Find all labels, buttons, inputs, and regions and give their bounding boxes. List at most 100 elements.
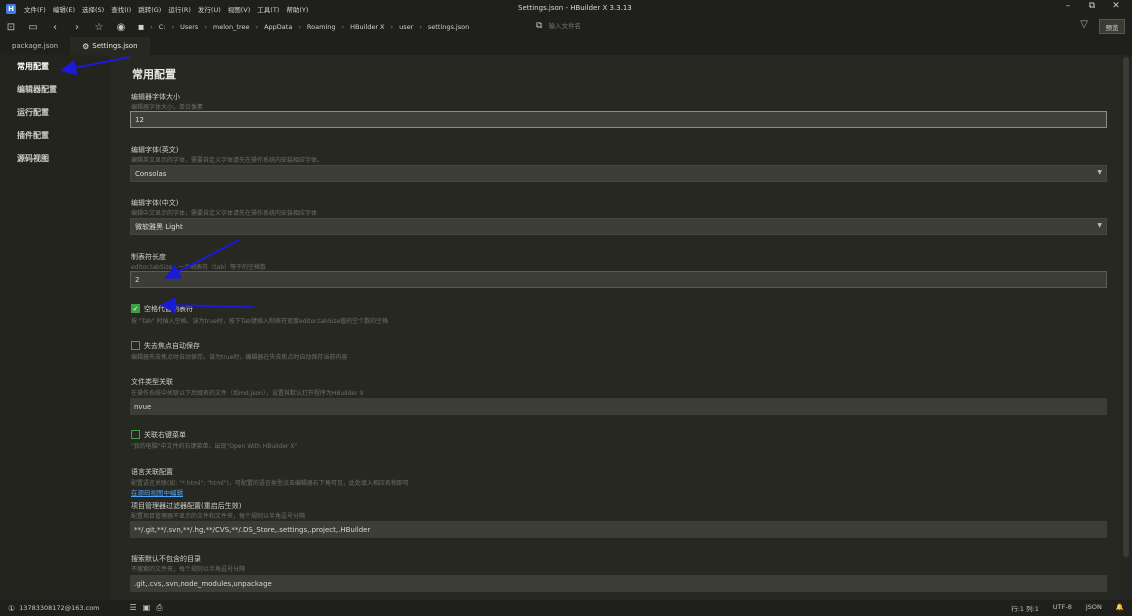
- preview-button[interactable]: 预览: [1099, 19, 1125, 34]
- file-search-icon: ⧉: [536, 21, 543, 31]
- font-en-value: Consolas: [135, 169, 167, 178]
- save-icon[interactable]: ▭: [22, 22, 44, 33]
- menu-run[interactable]: 运行(R): [168, 4, 191, 14]
- hbuilder-logo-icon: H: [6, 3, 16, 14]
- cursor-position[interactable]: 行:1 列:1: [1011, 603, 1039, 613]
- breadcrumb-item[interactable]: AppData: [264, 23, 292, 31]
- tab-size-label: 制表符长度: [131, 253, 166, 261]
- status-bar: ① 13783308172@163.com ☰ ▣ ⎙ 行:1 列:1 UTF-…: [0, 600, 1132, 616]
- font-en-label: 编辑字体(英文): [131, 146, 179, 154]
- breadcrumb-item[interactable]: Roaming: [307, 23, 336, 31]
- menu-edit[interactable]: 编辑(E): [53, 4, 75, 14]
- breadcrumb-separator: ›: [390, 23, 394, 31]
- tab-settings-json[interactable]: ⚙ Settings.json: [70, 37, 150, 55]
- file-assoc-desc: 在操作系统中关联以下后缀名的文件（如md,json），设置其默认打开程序为HBu…: [131, 390, 364, 397]
- list-icon[interactable]: ☰: [130, 603, 137, 613]
- tab-size-input[interactable]: [130, 271, 1107, 288]
- search-exclude-desc: 不搜索的文件夹，每个规则以半角逗号分隔: [131, 566, 246, 573]
- settings-sidebar: 常用配置 编辑器配置 运行配置 插件配置 源码视图: [0, 55, 110, 600]
- panel-icon[interactable]: ▣: [143, 603, 151, 613]
- page-title: 常用配置: [132, 68, 176, 81]
- lang-assoc-desc: 配置语言关联(如: "*.html": "html")，可配置的语言类型点击编辑…: [131, 480, 409, 487]
- breadcrumb-item[interactable]: HBuilder X: [350, 23, 384, 31]
- sidebar-item-editor[interactable]: 编辑器配置: [0, 78, 110, 101]
- scrollbar-thumb[interactable]: [1123, 57, 1129, 557]
- new-file-icon[interactable]: ⊡: [0, 22, 22, 33]
- tab-package-json[interactable]: package.json: [0, 37, 70, 55]
- project-filter-input[interactable]: **/.git,**/.svn,**/.hg,**/CVS,**/.DS_Sto…: [130, 521, 1107, 538]
- vertical-scrollbar[interactable]: [1120, 55, 1132, 600]
- minimize-button[interactable]: –: [1056, 1, 1080, 11]
- breadcrumb-separator: ›: [298, 23, 301, 31]
- context-menu-desc: "我的电脑"中文件的右键菜单，出现"Open With HBuilder X": [131, 443, 298, 450]
- sidebar-item-common[interactable]: 常用配置: [0, 55, 110, 78]
- sidebar-item-source-view[interactable]: 源码视图: [0, 147, 110, 170]
- breadcrumb-item[interactable]: Users: [180, 23, 198, 31]
- tab-label: Settings.json: [92, 42, 138, 50]
- tab-size-desc: editor.tabSize，一个制表符（tab）等于的空格数: [131, 264, 267, 271]
- user-icon: ①: [8, 603, 16, 613]
- file-assoc-label: 文件类型关联: [131, 378, 173, 386]
- back-arrow-icon[interactable]: ‹: [44, 22, 66, 33]
- status-right: 行:1 列:1 UTF-8 JSON 🔔: [997, 603, 1124, 613]
- insert-spaces-checkbox[interactable]: ✓: [131, 304, 140, 313]
- title-bar: H 文件(F) 编辑(E) 选择(S) 查找(I) 跳转(G) 运行(R) 发行…: [0, 0, 1132, 17]
- toolbar: ⊡ ▭ ‹ › ☆ ◉ ■ › C: › Users › melon_tree …: [0, 17, 1132, 37]
- menu-help[interactable]: 帮助(Y): [286, 4, 308, 14]
- menu-find[interactable]: 查找(I): [111, 4, 131, 14]
- auto-save-label: 失去焦点自动保存: [144, 342, 200, 350]
- font-cn-label: 编辑字体(中文): [131, 199, 179, 207]
- settings-content: 常用配置 编辑器字体大小 编辑器字体大小，单位像素 编辑字体(英文) 编辑英文显…: [110, 55, 1120, 600]
- font-size-input[interactable]: [130, 111, 1107, 128]
- restore-button[interactable]: ⧉: [1080, 1, 1104, 11]
- sidebar-item-plugins[interactable]: 插件配置: [0, 124, 110, 147]
- file-search-input[interactable]: [548, 22, 749, 30]
- menu-file[interactable]: 文件(F): [24, 4, 46, 14]
- star-icon[interactable]: ☆: [88, 22, 110, 33]
- menu-goto[interactable]: 跳转(G): [138, 4, 161, 14]
- context-menu-checkbox[interactable]: [131, 430, 140, 439]
- account[interactable]: ① 13783308172@163.com: [8, 604, 100, 613]
- font-size-desc: 编辑器字体大小，单位像素: [131, 104, 204, 111]
- breadcrumb-separator: ›: [419, 23, 422, 31]
- file-search: ⧉: [536, 21, 749, 31]
- menu-tools[interactable]: 工具(T): [257, 4, 279, 14]
- auto-save-desc: 编辑器失去焦点时自动保存。该为true时，编辑器在失去焦点时自动保存当前内容: [131, 354, 348, 361]
- breadcrumb-separator: ›: [150, 23, 153, 31]
- bell-icon[interactable]: 🔔: [1116, 603, 1124, 613]
- window-title: Settings.json - HBuilder X 3.3.13: [518, 4, 632, 12]
- menu-view[interactable]: 视图(V): [228, 4, 251, 14]
- project-filter-label: 项目管理器过滤器配置(重启后生效): [131, 502, 242, 510]
- tab-label: package.json: [12, 42, 59, 50]
- context-menu-label: 关联右键菜单: [144, 431, 186, 439]
- breadcrumb-separator: ›: [255, 23, 259, 31]
- filter-icon[interactable]: ▽: [1080, 19, 1088, 30]
- status-icons: ☰ ▣ ⎙: [130, 603, 169, 613]
- language-mode[interactable]: JSON: [1086, 603, 1102, 613]
- font-en-select[interactable]: Consolas ▼: [130, 165, 1107, 182]
- sidebar-item-run[interactable]: 运行配置: [0, 101, 110, 124]
- breadcrumb-separator: ›: [341, 23, 345, 31]
- editor-tabs: package.json ⚙ Settings.json: [0, 37, 1132, 55]
- encoding[interactable]: UTF-8: [1053, 603, 1072, 613]
- run-icon[interactable]: ◉: [110, 22, 132, 33]
- file-assoc-input[interactable]: nvue: [130, 398, 1107, 415]
- menu-select[interactable]: 选择(S): [82, 4, 104, 14]
- breadcrumb-item[interactable]: settings.json: [428, 23, 469, 31]
- gear-icon: ⚙: [82, 41, 90, 51]
- breadcrumb-separator: ›: [171, 23, 175, 31]
- edit-in-source-view-link[interactable]: 在源码视图中编辑: [131, 487, 183, 497]
- breadcrumb-item[interactable]: melon_tree: [213, 23, 250, 31]
- auto-save-checkbox[interactable]: [131, 341, 140, 350]
- search-exclude-input[interactable]: .git,.cvs,.svn,node_modules,unpackage: [130, 575, 1107, 592]
- font-cn-desc: 编辑中文显示的字体，需要自定义字体请先在操作系统内安装相应字体: [131, 210, 318, 217]
- font-cn-select[interactable]: 微软雅黑 Light ▼: [130, 218, 1107, 235]
- project-filter-desc: 配置项目管理器不显示的文件和文件夹，每个规则以半角逗号分隔: [131, 513, 306, 520]
- menu-publish[interactable]: 发行(U): [198, 4, 221, 14]
- device-icon[interactable]: ⎙: [156, 603, 162, 613]
- breadcrumb-item[interactable]: user: [399, 23, 413, 31]
- breadcrumb-item[interactable]: C:: [159, 23, 166, 31]
- chevron-down-icon: ▼: [1097, 222, 1102, 229]
- forward-arrow-icon[interactable]: ›: [66, 22, 88, 33]
- close-button[interactable]: ✕: [1104, 1, 1128, 11]
